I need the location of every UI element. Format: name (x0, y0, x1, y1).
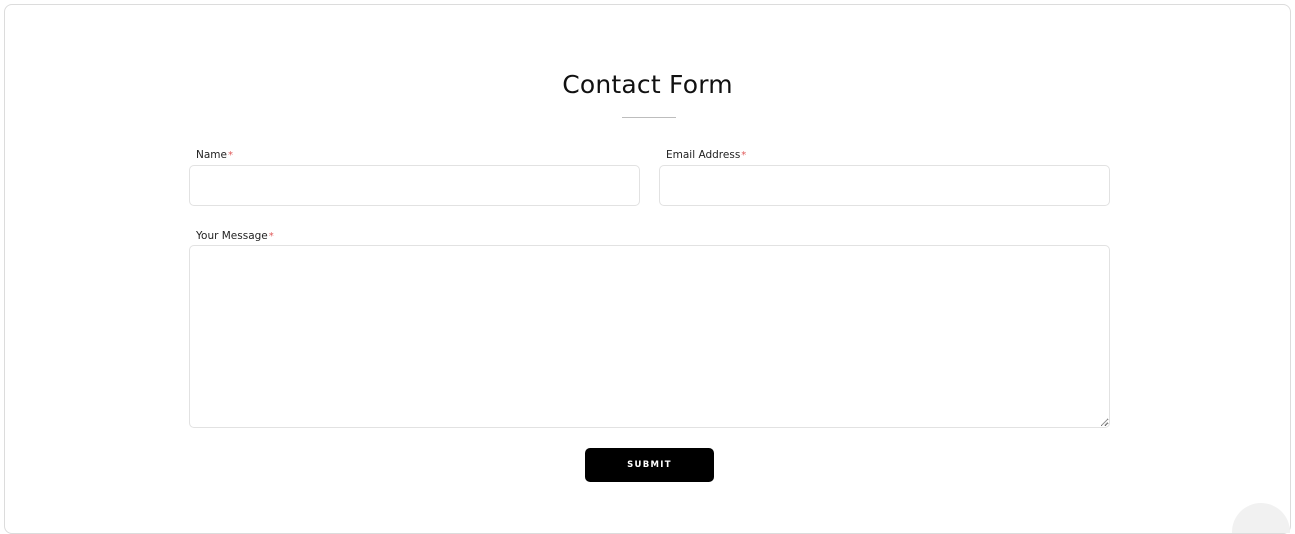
name-label-text: Name (196, 149, 227, 161)
email-label: Email Address* (666, 149, 746, 161)
title-divider (622, 117, 676, 118)
form-title: Contact Form (562, 70, 733, 99)
message-label: Your Message* (196, 230, 274, 242)
name-label: Name* (196, 149, 233, 161)
name-input[interactable] (189, 165, 640, 206)
submit-button[interactable]: SUBMIT (585, 448, 714, 482)
required-marker: * (227, 150, 233, 161)
email-input[interactable] (659, 165, 1110, 206)
message-label-text: Your Message (196, 230, 268, 242)
required-marker: * (268, 231, 274, 242)
email-label-text: Email Address (666, 149, 741, 161)
required-marker: * (741, 150, 747, 161)
message-textarea[interactable] (189, 245, 1110, 428)
